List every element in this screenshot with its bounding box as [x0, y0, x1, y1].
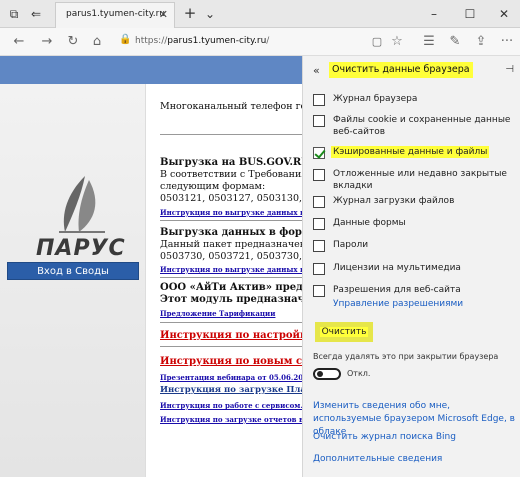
site-left-panel: ПАРУС Вход в Своды: [0, 84, 146, 477]
maximize-icon[interactable]: ☐: [460, 4, 480, 24]
title-bar: ⧉ ⇐ parus1.tyumen-city.ru ✕ + ⌄ – ☐ ✕: [0, 0, 520, 28]
section-heading: Этот модуль предназначен дл: [160, 294, 302, 305]
option-label: Данные формы: [333, 218, 406, 228]
toggle-state-label: Откл.: [347, 369, 371, 378]
section-text: В соответствии с Требованиями: [160, 169, 302, 180]
divider: [160, 134, 302, 135]
back-icon[interactable]: ←: [10, 33, 28, 51]
instruction-link[interactable]: Инструкция по выгрузке данных в фо: [160, 265, 302, 274]
clear-button-label: Очистить: [319, 327, 369, 337]
tab-close-icon[interactable]: ✕: [159, 8, 168, 21]
option-label: Лицензии на мультимедиа: [333, 263, 461, 273]
hotline-text: Многоканальный телефон горячей: [160, 101, 302, 112]
url-input[interactable]: 🔒 https://parus1.tyumen-city.ru/: [115, 32, 405, 52]
section-text: 0503730, 0503721, 0503730, 050: [160, 251, 302, 262]
checkbox-checked[interactable]: [313, 147, 325, 159]
refresh-icon[interactable]: ↻: [64, 33, 82, 51]
tab-active[interactable]: parus1.tyumen-city.ru ✕: [55, 2, 175, 28]
site-header-bar: [0, 56, 302, 84]
section-heading: Выгрузка на BUS.GOV.RU.: [160, 157, 302, 168]
section-heading: ООО «АйТи Актив» предлага: [160, 282, 302, 293]
manage-permissions-link[interactable]: Управление разрешениями: [333, 298, 463, 311]
more-info-link[interactable]: Дополнительные сведения: [313, 453, 442, 466]
address-bar: ← → ↻ ⌂ 🔒 https://parus1.tyumen-city.ru/…: [0, 28, 520, 56]
webinar-link[interactable]: Презентация вебинара от 05.06.2015 на: [160, 373, 302, 382]
section-text: Данный пакет предназначен для: [160, 239, 302, 250]
option-label: Отложенные или недавно закрытые вкладки: [333, 169, 507, 191]
back-chevron-icon[interactable]: «: [313, 64, 320, 77]
clear-data-panel: « Очистить данные браузера ⊣ Журнал брау…: [302, 56, 520, 477]
option-label: Разрешения для веб-сайта: [333, 285, 461, 295]
login-button[interactable]: Вход в Своды: [7, 262, 139, 280]
divider: [160, 220, 302, 221]
checkbox[interactable]: [313, 240, 325, 252]
option-label: Кэшированные данные и файлы: [331, 146, 490, 158]
checkbox[interactable]: [313, 285, 325, 297]
checkbox[interactable]: [313, 218, 325, 230]
minimize-icon[interactable]: –: [424, 4, 444, 24]
new-tab-icon[interactable]: +: [182, 5, 198, 21]
option-label: Журнал загрузки файлов: [333, 196, 455, 206]
url-text: https://parus1.tyumen-city.ru/: [135, 36, 270, 46]
toggle-knob: [317, 371, 323, 377]
close-window-icon[interactable]: ✕: [494, 4, 514, 24]
checkbox[interactable]: [313, 263, 325, 275]
tariff-link[interactable]: Предложение Тарификации: [160, 309, 275, 318]
tab-list-chevron-icon[interactable]: ⌄: [202, 6, 218, 22]
checkbox[interactable]: [313, 115, 325, 127]
always-clear-label: Всегда удалять это при закрытии браузера: [313, 352, 499, 361]
checkbox[interactable]: [313, 94, 325, 106]
parus-logo-icon: [59, 176, 105, 233]
clear-bing-history-link[interactable]: Очистить журнал поиска Bing: [313, 431, 456, 444]
service-instruction-link[interactable]: Инструкция по работе с сервисом.: [160, 401, 302, 410]
checkbox[interactable]: [313, 169, 325, 181]
plan-instruction-link[interactable]: Инструкция по загрузке Плана: [160, 385, 302, 395]
home-icon[interactable]: ⌂: [88, 33, 106, 51]
more-icon[interactable]: ···: [498, 33, 516, 51]
checkbox[interactable]: [313, 196, 325, 208]
section-text: 0503121, 0503127, 0503130, 050: [160, 193, 302, 204]
divider: [160, 322, 302, 323]
section-heading: Выгрузка данных в формате «: [160, 227, 302, 238]
reports-instruction-link[interactable]: Инструкция по загрузке отчетов в ON: [160, 415, 302, 424]
option-label: Файлы cookie и сохраненные данные веб-са…: [333, 115, 511, 137]
tab-preview-icon[interactable]: ⧉: [6, 6, 22, 22]
favorites-hub-icon[interactable]: ☰: [420, 33, 438, 51]
section-text: следующим формам:: [160, 181, 266, 192]
web-page: ПАРУС Вход в Своды Многоканальный телефо…: [0, 56, 302, 477]
favorite-star-icon[interactable]: ☆: [388, 33, 406, 51]
option-label: Журнал браузера: [333, 94, 418, 104]
always-clear-toggle[interactable]: [313, 368, 341, 380]
divider: [160, 277, 302, 278]
option-label: Пароли: [333, 240, 369, 250]
panel-title: Очистить данные браузера: [329, 62, 473, 78]
tab-title: parus1.tyumen-city.ru: [66, 9, 166, 19]
instruction-link[interactable]: Инструкция по выгрузке данных на с: [160, 208, 302, 217]
site-content: Многоканальный телефон горячей Выгрузка …: [160, 84, 302, 477]
forward-icon[interactable]: →: [38, 33, 56, 51]
setup-instruction-link[interactable]: Инструкция по настройке и р: [160, 330, 302, 341]
status-instruction-link[interactable]: Инструкция по новым статус: [160, 356, 302, 367]
divider: [160, 346, 302, 347]
tabs-aside-icon[interactable]: ⇐: [28, 6, 44, 22]
web-note-icon[interactable]: ✎: [446, 33, 464, 51]
pin-icon[interactable]: ⊣: [505, 64, 514, 75]
reading-view-icon[interactable]: ▢: [368, 33, 386, 51]
share-icon[interactable]: ⇪: [472, 33, 490, 51]
logo-text: ПАРУС: [36, 236, 126, 261]
clear-button[interactable]: Очистить: [315, 322, 373, 342]
lock-icon: 🔒: [119, 34, 132, 45]
